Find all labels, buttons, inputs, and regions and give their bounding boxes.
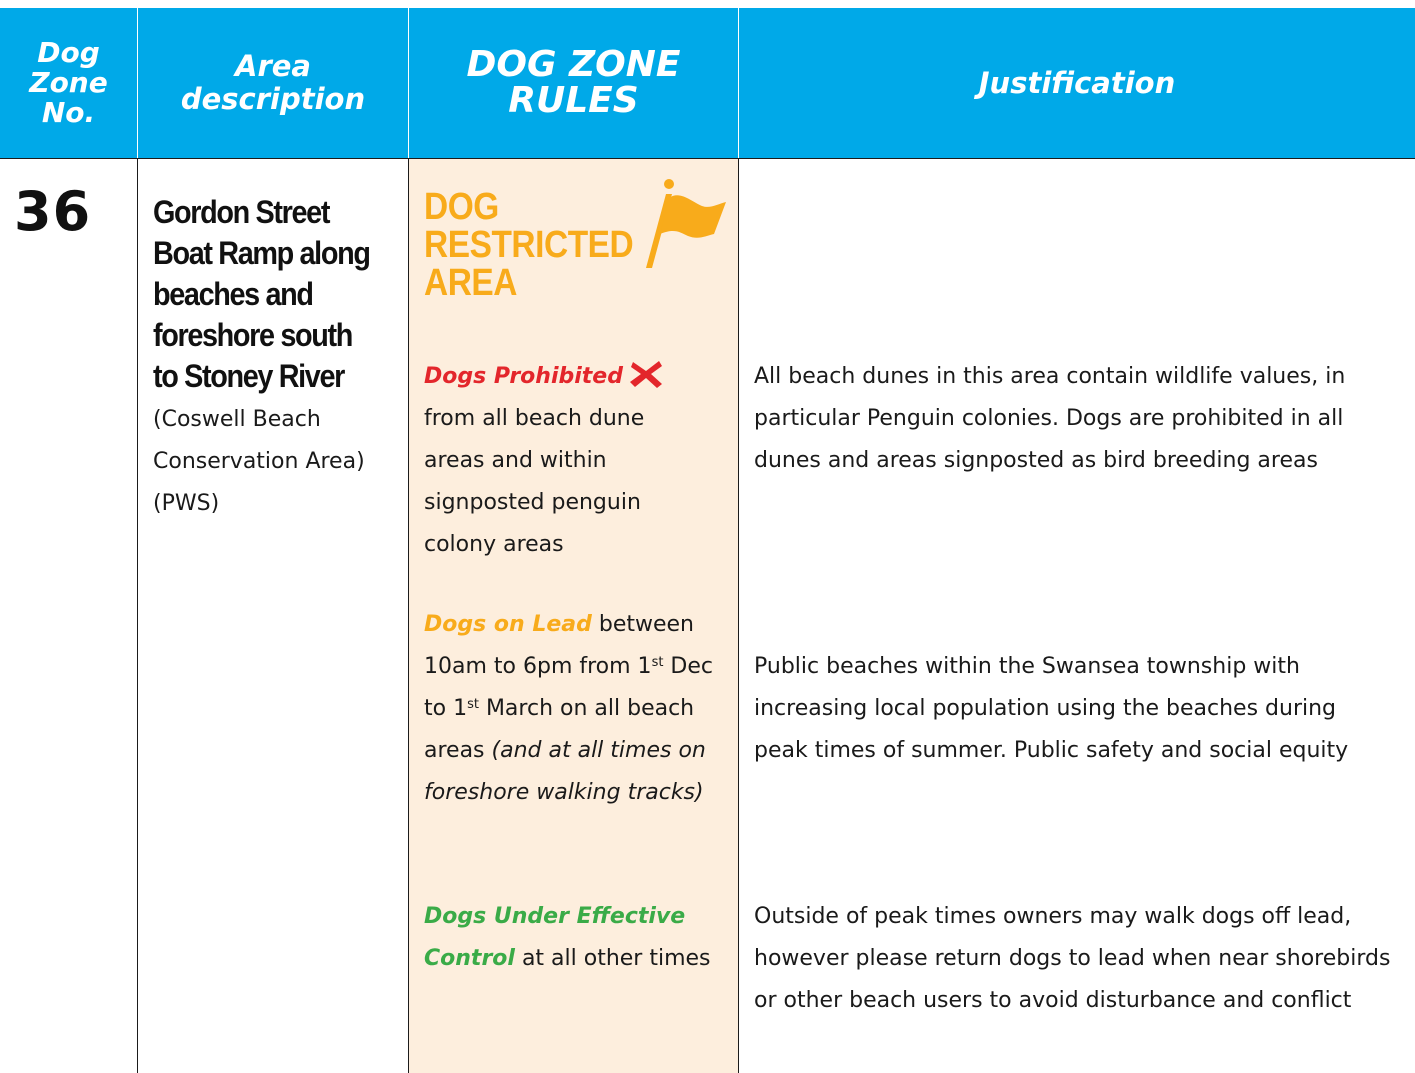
rule-prohibited: Dogs Prohibited from all beach dune area… [424, 356, 729, 566]
header-dog-zone-no: Dog Zone No. [29, 36, 108, 129]
table-header: Dog Zone No. Area description DOG ZONE R… [0, 8, 1415, 159]
restricted-area-heading: DOG RESTRICTED AREA [424, 186, 634, 304]
control-text: at all other times [514, 946, 711, 971]
area-title: Gordon Street Boat Ramp along beaches an… [153, 194, 371, 394]
area-description: Gordon Street Boat Ramp along beaches an… [153, 192, 403, 525]
header-justification: Justification [978, 66, 1176, 100]
justification-effective-control: Outside of peak times owners may walk do… [754, 904, 1391, 1013]
rule-on-lead: Dogs on Lead between 10am to 6pm from 1s… [424, 604, 729, 814]
header-area-description: Area description [180, 49, 366, 116]
on-lead-label: Dogs on Lead [424, 612, 592, 637]
header-dog-zone-rules: DOG ZONE RULES [466, 44, 681, 121]
ordinal-suffix: st [467, 697, 479, 712]
column-divider [738, 159, 739, 1073]
column-divider [137, 159, 138, 1073]
prohibited-label: Dogs Prohibited [424, 364, 623, 389]
justification-prohibited: All beach dunes in this area contain wil… [754, 364, 1346, 473]
rule-effective-control: Dogs Under Effective Control at all othe… [424, 896, 729, 980]
dog-zone-table: Dog Zone No. Area description DOG ZONE R… [0, 0, 1415, 1073]
zone-number: 36 [14, 180, 92, 243]
prohibited-text: from all beach dune areas and within sig… [424, 406, 645, 557]
flag-icon [646, 179, 726, 268]
area-subtitle: (Coswell Beach Conservation Area) (PWS) [153, 407, 365, 516]
cross-icon [629, 361, 662, 388]
ordinal-suffix: st [651, 655, 664, 670]
justification-on-lead: Public beaches within the Swansea townsh… [754, 654, 1349, 763]
